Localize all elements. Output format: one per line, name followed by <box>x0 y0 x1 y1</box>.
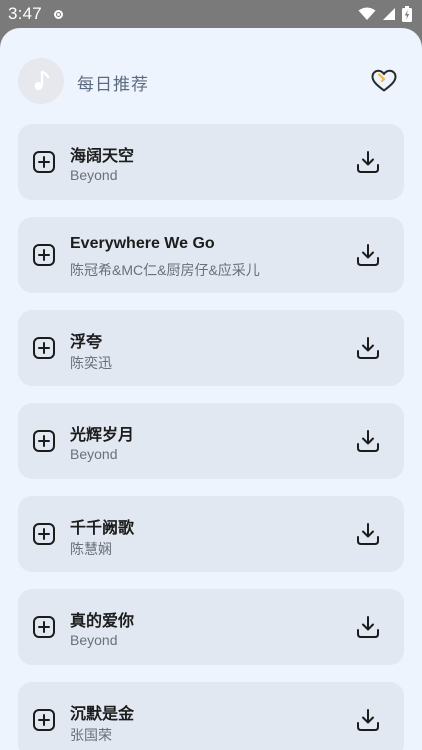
song-title: Everywhere We Go <box>70 235 215 252</box>
download-button[interactable] <box>354 706 382 734</box>
download-button[interactable] <box>354 520 382 548</box>
song-artist: 陈奕迅 <box>70 355 112 371</box>
song-row[interactable]: 海阔天空 Beyond <box>18 124 404 200</box>
playlist-avatar <box>18 58 64 104</box>
add-to-playlist-button[interactable] <box>32 429 56 453</box>
song-artist: 张国荣 <box>70 727 112 743</box>
battery-icon <box>402 6 412 22</box>
song-artist: Beyond <box>70 632 118 648</box>
add-to-playlist-icon <box>33 430 55 452</box>
add-to-playlist-button[interactable] <box>32 336 56 360</box>
sheet-header: 每日推荐 <box>0 28 422 132</box>
wifi-icon <box>358 7 376 20</box>
favorite-button[interactable] <box>370 68 398 94</box>
song-artist: Beyond <box>70 167 118 183</box>
download-icon <box>357 337 379 359</box>
download-icon <box>357 709 379 731</box>
heart-icon <box>371 69 397 92</box>
download-button[interactable] <box>354 613 382 641</box>
signal-icon <box>383 8 395 20</box>
page-title: 每日推荐 <box>77 75 149 94</box>
song-artist: 陈慧娴 <box>70 541 112 557</box>
recommendation-sheet: 每日推荐 海阔天空 Beyond Everywhere We Go 陈冠希&MC… <box>0 28 422 750</box>
song-row[interactable]: 沉默是金 张国荣 <box>18 682 404 750</box>
download-button[interactable] <box>354 241 382 269</box>
song-artist: 陈冠希&MC仁&厨房仔&应采儿 <box>70 262 260 278</box>
song-row[interactable]: 真的爱你 Beyond <box>18 589 404 665</box>
song-row[interactable]: 浮夸 陈奕迅 <box>18 310 404 386</box>
download-button[interactable] <box>354 427 382 455</box>
add-to-playlist-button[interactable] <box>32 150 56 174</box>
add-to-playlist-button[interactable] <box>32 243 56 267</box>
add-to-playlist-icon <box>33 709 55 731</box>
download-button[interactable] <box>354 148 382 176</box>
add-to-playlist-icon <box>33 523 55 545</box>
download-button[interactable] <box>354 334 382 362</box>
status-time: 3:47 <box>8 4 42 23</box>
add-to-playlist-icon <box>33 244 55 266</box>
status-icons <box>358 6 412 22</box>
download-icon <box>357 523 379 545</box>
download-icon <box>357 430 379 452</box>
song-title: 海阔天空 <box>70 148 135 165</box>
song-row[interactable]: 光辉岁月 Beyond <box>18 403 404 479</box>
status-bar: 3:47 <box>0 0 422 28</box>
song-title: 真的爱你 <box>70 613 135 630</box>
add-to-playlist-icon <box>33 337 55 359</box>
add-to-playlist-button[interactable] <box>32 615 56 639</box>
song-row[interactable]: 千千阙歌 陈慧娴 <box>18 496 404 572</box>
add-to-playlist-button[interactable] <box>32 522 56 546</box>
song-title: 浮夸 <box>70 334 103 351</box>
song-artist: Beyond <box>70 446 118 462</box>
download-icon <box>357 616 379 638</box>
song-title: 沉默是金 <box>70 706 135 723</box>
notification-dot-icon <box>53 9 63 19</box>
add-to-playlist-icon <box>33 151 55 173</box>
download-icon <box>357 151 379 173</box>
add-to-playlist-button[interactable] <box>32 708 56 732</box>
download-icon <box>357 244 379 266</box>
music-note-icon <box>34 70 50 90</box>
song-row[interactable]: Everywhere We Go 陈冠希&MC仁&厨房仔&应采儿 <box>18 217 404 293</box>
song-title: 千千阙歌 <box>70 520 135 537</box>
add-to-playlist-icon <box>33 616 55 638</box>
song-title: 光辉岁月 <box>70 427 135 444</box>
